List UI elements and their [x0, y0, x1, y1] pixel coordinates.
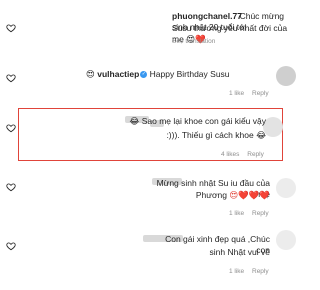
heart-icon[interactable] [6, 241, 16, 251]
emoji: 😂 [129, 117, 140, 127]
comment-text: sinh Nhật vui vẻ [209, 247, 270, 257]
reply-button[interactable]: Reply [252, 268, 269, 275]
heart-icon[interactable] [6, 23, 16, 33]
reply-button[interactable]: Reply [252, 90, 269, 97]
comment-text: :))). Thiếu gì cách khoe [166, 130, 254, 140]
comment-3-text-1: 😂 Sao mẹ lại khoe con gái kiểu vậy [36, 116, 266, 128]
like-count[interactable]: 1 like [229, 90, 244, 97]
comment-5-meta: 1 like Reply [229, 268, 269, 275]
comment-text: Sao mẹ lại khoe con gái kiểu vậy [141, 116, 266, 126]
comment-3-meta: 4 likes Reply [221, 151, 264, 158]
avatar[interactable] [276, 230, 296, 250]
emoji: 😍 [86, 70, 95, 80]
comment-text: Happy Birthday Susu [149, 69, 230, 79]
reply-button[interactable]: Reply [252, 210, 269, 217]
emoji: 😍❤️❤️❤️ [229, 191, 270, 201]
comment-2-meta: 1 like Reply [229, 90, 269, 97]
avatar[interactable] [263, 117, 283, 137]
reply-button[interactable]: Reply [247, 151, 264, 158]
username[interactable]: vulhactiep [97, 69, 139, 79]
avatar[interactable] [276, 178, 296, 198]
like-count[interactable]: 1 like [229, 210, 244, 217]
heart-icon[interactable] [6, 73, 16, 83]
like-count[interactable]: 4 likes [221, 151, 239, 158]
heart-icon[interactable] [6, 123, 16, 133]
avatar[interactable] [276, 66, 296, 86]
comment-text: Phương [195, 190, 227, 200]
see-translation-link[interactable]: See translation [172, 38, 215, 45]
comment-2-text: 😍 vulhactiep ✓ Happy Birthday Susu [86, 69, 230, 81]
see-translation[interactable]: See translation [172, 38, 215, 45]
emoji: 😂 [256, 131, 266, 141]
heart-icon[interactable] [6, 182, 16, 192]
comment-4-text-2: Phương 😍❤️❤️❤️ [160, 190, 270, 202]
comment-5-text-2: sinh Nhật vui vẻ [150, 247, 270, 258]
like-count[interactable]: 1 like [229, 268, 244, 275]
comment-3-text-2: :))). Thiếu gì cách khoe 😂 [36, 130, 266, 142]
verified-badge-icon: ✓ [140, 71, 148, 79]
comment-4-meta: 1 like Reply [229, 210, 269, 217]
